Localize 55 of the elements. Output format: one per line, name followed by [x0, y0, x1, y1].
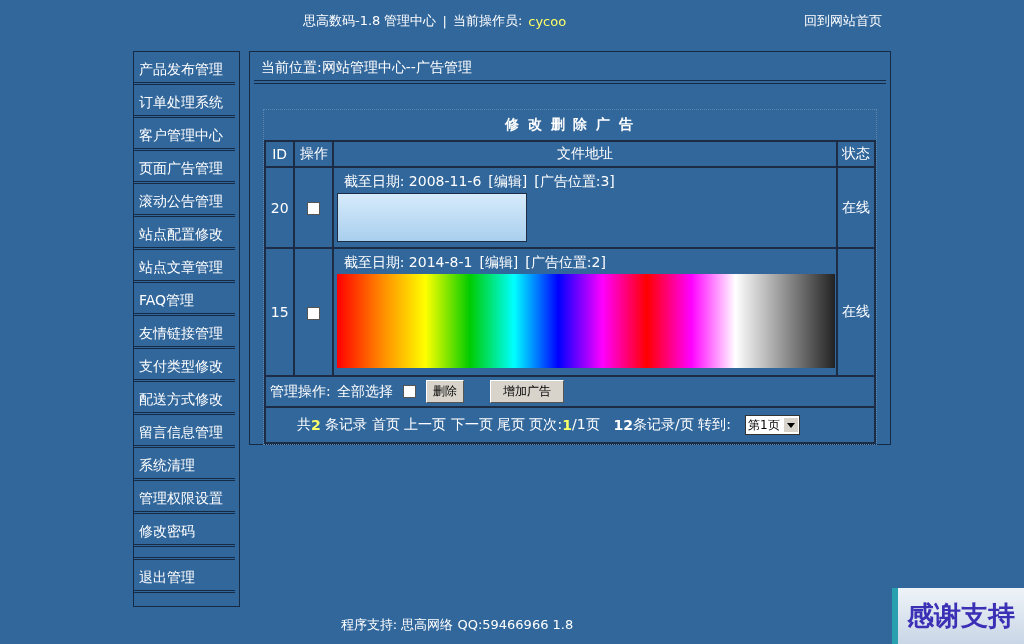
sidebar-item[interactable]: 系统清理: [134, 448, 235, 481]
status-cell: 在线: [836, 248, 875, 376]
sidebar-item[interactable]: 友情链接管理: [134, 316, 235, 349]
breadcrumb: 当前位置:网站管理中心--广告管理: [254, 52, 886, 84]
id-cell: 15: [265, 248, 295, 376]
expiry-text: 截至日期: 2008-11-6: [343, 173, 482, 191]
pager-text: 条记录/页 转到:: [633, 416, 731, 434]
sidebar-item[interactable]: 页面广告管理: [134, 151, 235, 184]
app-title: 思高数码-1.8 管理中心: [303, 12, 437, 30]
dropdown-arrow-icon: [786, 422, 795, 428]
status-cell: 在线: [836, 167, 875, 248]
pager-text: 12: [613, 417, 634, 433]
table-title: 修 改 删 除 广 告: [265, 110, 875, 141]
row-checkbox[interactable]: [307, 306, 320, 320]
sidebar-item[interactable]: 支付类型修改: [134, 349, 235, 382]
page-select[interactable]: 第1页: [744, 415, 800, 435]
position-text: [广告位置:2]: [525, 254, 606, 272]
expiry-text: 截至日期: 2014-8-1: [343, 254, 473, 272]
sidebar-item[interactable]: 配送方式修改: [134, 382, 235, 415]
home-link[interactable]: 回到网站首页: [804, 12, 882, 30]
sidebar-item[interactable]: 站点文章管理: [134, 250, 235, 283]
sidebar-item[interactable]: 管理权限设置: [134, 481, 235, 514]
footer-text: 程序支持: 思高网络 QQ:59466966 1.8: [340, 617, 574, 632]
pager-text: /1页: [571, 416, 600, 434]
pager-text: 1: [562, 417, 572, 433]
logout-item[interactable]: 退出管理: [134, 560, 235, 593]
sidebar-item[interactable]: 产品发布管理: [134, 52, 235, 85]
separator-text: |: [442, 13, 447, 29]
delete-button[interactable]: 删除: [425, 380, 464, 403]
add-ad-button[interactable]: 增加广告: [489, 380, 564, 403]
pager-text: 共: [297, 416, 311, 434]
position-text: [广告位置:3]: [534, 173, 615, 191]
sidebar-item[interactable]: 订单处理系统: [134, 85, 235, 118]
operator-label: 当前操作员:: [452, 12, 523, 30]
edit-link[interactable]: [编辑]: [488, 173, 528, 191]
id-cell: 20: [265, 167, 295, 248]
select-all-checkbox[interactable]: [402, 385, 416, 398]
edit-link[interactable]: [编辑]: [479, 254, 519, 272]
operator-name: cycoo: [528, 13, 567, 29]
row-checkbox[interactable]: [307, 202, 320, 215]
sidebar-item[interactable]: FAQ管理: [134, 283, 235, 316]
actions-label: 管理操作:: [270, 382, 331, 401]
column-header: 文件地址: [332, 141, 837, 167]
sidebar-item[interactable]: 站点配置修改: [134, 217, 235, 250]
sidebar-item[interactable]: 修改密码: [134, 514, 235, 547]
select-all-label: 全部选择: [336, 382, 393, 401]
sidebar-item[interactable]: 滚动公告管理: [134, 184, 235, 217]
thanks-badge[interactable]: 感谢支持: [892, 588, 1024, 644]
sidebar-item[interactable]: 客户管理中心: [134, 118, 235, 151]
pager-text: 2: [311, 417, 321, 433]
column-header: ID: [265, 141, 295, 167]
column-header: 操作: [294, 141, 333, 167]
column-header: 状态: [836, 141, 875, 167]
pager-text: 条记录 首页 上一页 下一页 尾页 页次:: [324, 416, 563, 434]
sidebar-item[interactable]: 留言信息管理: [134, 415, 235, 448]
